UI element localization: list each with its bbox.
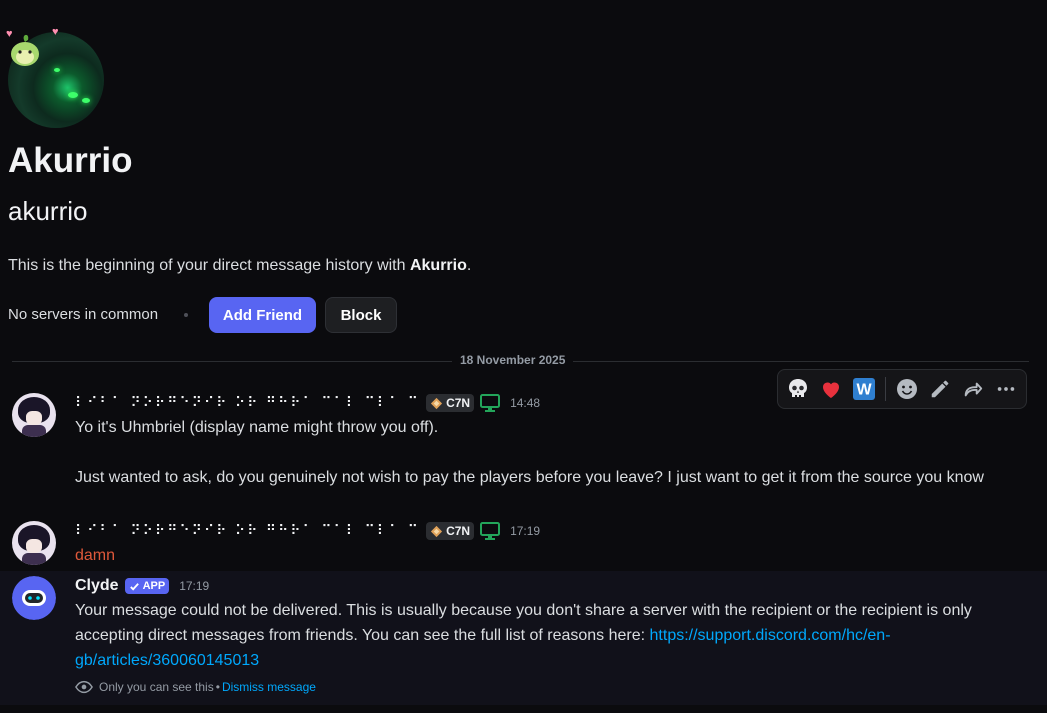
intro-name: Akurrio (409, 257, 467, 274)
app-badge-label: APP (142, 580, 166, 592)
intro-suffix: . (466, 257, 472, 274)
date-divider-label: 18 November 2025 (452, 353, 574, 367)
message-timestamp[interactable]: 17:19 (179, 579, 209, 593)
message-timestamp[interactable]: 17:19 (510, 524, 540, 538)
skull-emoji-icon[interactable] (784, 375, 811, 403)
author-name[interactable]: ⠇⠊⠃⠁ ⠝⠕⠗⠛⠑⠝⠊⠗ ⠕⠗ ⠛⠓⠗⠁ ⠉⠁⠇ ⠉⠇⠁ ⠉ (75, 395, 420, 411)
guild-tag-text: C7N (446, 524, 471, 538)
profile-username: akurrio (8, 196, 88, 226)
desktop-platform-icon (480, 522, 501, 540)
desktop-platform-icon (480, 394, 501, 412)
guild-tag[interactable]: C7N (426, 522, 475, 540)
footnote-separator: • (215, 680, 220, 694)
dismiss-message-link[interactable]: Dismiss message (222, 680, 316, 694)
ephemeral-footnote: Only you can see this • Dismiss message (75, 680, 316, 694)
user-avatar[interactable] (12, 393, 56, 437)
guild-tag[interactable]: C7N (426, 394, 475, 412)
forward-icon[interactable] (960, 375, 987, 403)
add-friend-button[interactable]: Add Friend (209, 297, 316, 333)
guild-tag-icon (430, 397, 443, 409)
toolbar-separator (885, 377, 886, 401)
guild-tag-text: C7N (446, 396, 471, 410)
dm-intro-text: This is the beginning of your direct mes… (8, 257, 471, 275)
message-timestamp[interactable]: 14:48 (510, 396, 540, 410)
only-you-can-see-text: Only you can see this (99, 680, 214, 694)
message-action-toolbar: W (777, 369, 1027, 409)
message-line: Yo it's Uhmbriel (display name might thr… (75, 419, 439, 436)
clyde-avatar[interactable] (12, 576, 56, 620)
heart-icon: ♥ (6, 28, 13, 40)
message-header: Clyde APP 17:19 (75, 575, 209, 597)
app-badge: APP (124, 578, 170, 594)
message-content: Your message could not be delivered. Thi… (75, 598, 1015, 673)
message-line: Just wanted to ask, do you genuinely not… (75, 469, 984, 486)
verified-check-icon (129, 582, 139, 591)
mutual-servers-text[interactable]: No servers in common (8, 306, 158, 323)
intro-prefix: This is the beginning of your direct mes… (8, 257, 410, 274)
w-emoji-icon[interactable]: W (850, 375, 877, 403)
svg-text:W: W (856, 382, 872, 399)
message-header: ⠇⠊⠃⠁ ⠝⠕⠗⠛⠑⠝⠊⠗ ⠕⠗ ⠛⠓⠗⠁ ⠉⠁⠇ ⠉⠇⠁ ⠉ C7N 17:1… (75, 520, 540, 542)
heart-icon: ♥ (52, 26, 59, 38)
edit-icon[interactable] (927, 375, 954, 403)
heart-emoji-icon[interactable] (817, 375, 844, 403)
user-avatar[interactable] (12, 521, 56, 565)
message-content: Yo it's Uhmbriel (display name might thr… (75, 415, 1015, 490)
author-name[interactable]: ⠇⠊⠃⠁ ⠝⠕⠗⠛⠑⠝⠊⠗ ⠕⠗ ⠛⠓⠗⠁ ⠉⠁⠇ ⠉⠇⠁ ⠉ (75, 523, 420, 539)
add-reaction-icon[interactable] (894, 375, 921, 403)
guild-tag-icon (430, 525, 443, 537)
separator-dot (184, 313, 188, 317)
block-button[interactable]: Block (325, 297, 397, 333)
message-header: ⠇⠊⠃⠁ ⠝⠕⠗⠛⠑⠝⠊⠗ ⠕⠗ ⠛⠓⠗⠁ ⠉⠁⠇ ⠉⠇⠁ ⠉ C7N 14:4… (75, 392, 540, 414)
message-content: damn (75, 547, 116, 564)
eye-icon (75, 680, 93, 694)
more-icon[interactable] (993, 375, 1020, 403)
author-name[interactable]: Clyde (75, 577, 119, 595)
profile-display-name: Akurrio (8, 141, 133, 180)
